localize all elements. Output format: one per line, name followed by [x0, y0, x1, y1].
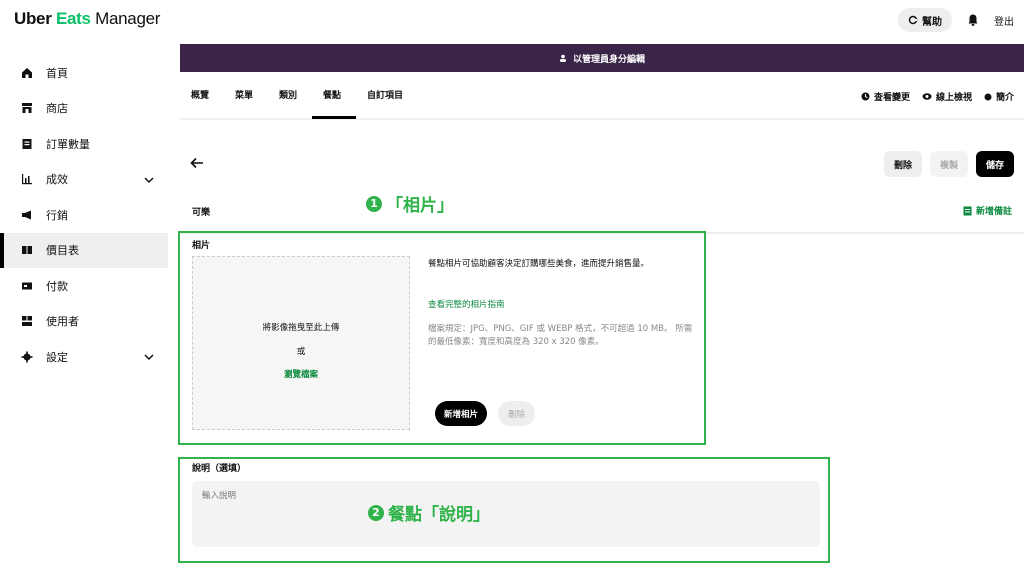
user-icon: [559, 54, 566, 62]
payment-icon: [20, 279, 34, 293]
clock-icon: [861, 92, 870, 101]
sidebar-item-home[interactable]: 首頁: [0, 55, 168, 91]
tab-overview[interactable]: 概覽: [191, 88, 209, 101]
item-name: 可樂: [192, 208, 211, 218]
annotation-text: 餐點「說明」: [388, 505, 490, 525]
item-toolbar: 刪除 複製 儲存: [883, 151, 1014, 177]
sidebar-item-users[interactable]: 使用者: [0, 304, 168, 340]
store-icon: [20, 101, 34, 115]
annotation-number: 1: [366, 195, 382, 212]
preview-online-label: 線上檢視: [935, 93, 972, 103]
sidebar-item-label: 行銷: [46, 208, 68, 222]
help-label: 幫助: [922, 16, 942, 28]
sidebar-item-label: 付款: [46, 279, 68, 293]
chart-icon: [20, 172, 34, 186]
add-photo-button[interactable]: 新增相片: [435, 401, 488, 426]
sidebar-item-label: 訂單數量: [46, 137, 90, 151]
admin-edit-label: 以管理員身分編輯: [572, 54, 645, 65]
sidebar-item-label: 價目表: [46, 244, 79, 258]
sidebar-item-payment[interactable]: 付款: [0, 268, 168, 304]
tab-categories[interactable]: 類別: [279, 88, 297, 101]
sidebar-item-label: 使用者: [46, 315, 79, 329]
delete-button[interactable]: 刪除: [883, 151, 922, 177]
photo-dropzone[interactable]: 將影像拖曳至此上傳 或 瀏覽檔案: [192, 256, 410, 430]
browse-files-link[interactable]: 瀏覽檔案: [193, 368, 409, 380]
view-changes-link[interactable]: 查看變更: [861, 90, 910, 103]
add-note-label: 新增備註: [975, 207, 1012, 217]
sidebar-item-label: 商店: [46, 102, 68, 116]
annotation-description: 2 餐點「說明」: [368, 500, 490, 525]
save-button[interactable]: 儲存: [975, 151, 1014, 177]
sidebar-item-marketing[interactable]: 行銷: [0, 197, 168, 233]
megaphone-icon: [20, 208, 34, 222]
sidebar-item-label: 成效: [46, 173, 68, 187]
description-label: 說明（選填）: [192, 464, 247, 474]
logo-prefix: Uber: [14, 9, 52, 28]
top-bar: Uber Eats Manager 幫助 登出: [0, 0, 1024, 40]
sidebar-item-orders[interactable]: 訂單數量: [0, 126, 168, 162]
sidebar-item-menu[interactable]: 價目表: [0, 232, 168, 268]
chevron-down-icon[interactable]: [144, 174, 154, 187]
sidebar-item-label: 首頁: [46, 66, 68, 80]
description-input[interactable]: [192, 481, 820, 547]
help-button[interactable]: 幫助: [898, 8, 952, 32]
gear-icon: [20, 350, 34, 364]
add-note-link[interactable]: 新增備註: [963, 204, 1012, 217]
help-icon: [908, 15, 918, 25]
dot-icon: [984, 93, 992, 100]
sidebar-item-performance[interactable]: 成效: [0, 162, 168, 198]
eye-icon: [922, 93, 932, 100]
logo-suffix: Manager: [95, 9, 161, 28]
intro-link[interactable]: 簡介: [984, 90, 1014, 103]
tab-right-actions: 查看變更 線上檢視 簡介: [861, 90, 1014, 103]
tab-menus[interactable]: 菜單: [235, 88, 253, 101]
photo-description: 餐點相片可協助顧客決定訂購哪些美食，進而提升銷售量。: [428, 259, 650, 269]
note-icon: [963, 206, 972, 215]
sidebar-item-label: 設定: [46, 350, 68, 364]
photo-guide-link[interactable]: 查看完整的相片指南: [428, 298, 505, 310]
sidebar-item-store[interactable]: 商店: [0, 91, 168, 127]
photo-spec: 檔案規定：JPG、PNG、GIF 或 WEBP 格式，不可超過 10 MB。 所…: [428, 324, 693, 347]
delete-photo-button[interactable]: 刪除: [498, 401, 536, 426]
annotation-number: 2: [368, 504, 384, 521]
orders-icon: [20, 137, 34, 151]
logo-green: Eats: [55, 9, 91, 28]
sidebar: 首頁 商店 訂單數量 成效 行銷 價目表 付款 使用者 設定: [0, 55, 168, 375]
copy-button[interactable]: 複製: [929, 151, 968, 177]
users-icon: [20, 314, 34, 328]
admin-edit-banner: 以管理員身分編輯: [180, 44, 1024, 72]
dropzone-or: 或: [296, 347, 306, 357]
tab-items[interactable]: 餐點: [323, 88, 341, 101]
chevron-down-icon[interactable]: [144, 351, 154, 364]
intro-label: 簡介: [995, 93, 1014, 103]
bell-icon[interactable]: [966, 13, 980, 27]
photo-section-label: 相片: [192, 241, 211, 251]
sidebar-item-settings[interactable]: 設定: [0, 339, 168, 375]
top-right-actions: 幫助 登出: [898, 8, 1014, 32]
back-arrow-icon[interactable]: [190, 154, 204, 173]
active-tab-indicator: [312, 116, 356, 119]
preview-online-link[interactable]: 線上檢視: [922, 90, 972, 103]
home-icon: [20, 66, 34, 80]
app-logo[interactable]: Uber Eats Manager: [14, 9, 160, 29]
dropzone-text: 將影像拖曳至此上傳: [262, 323, 340, 333]
menu-book-icon: [20, 243, 34, 257]
view-changes-label: 查看變更: [873, 93, 910, 103]
tab-modifiers[interactable]: 自訂項目: [367, 88, 403, 101]
logout-link[interactable]: 登出: [994, 13, 1014, 28]
annotation-text: 「相片」: [386, 196, 454, 216]
menu-tabs: 概覽 菜單 類別 餐點 自訂項目 查看變更 線上檢視 簡介: [180, 72, 1024, 120]
annotation-photo: 1 「相片」: [366, 191, 454, 216]
